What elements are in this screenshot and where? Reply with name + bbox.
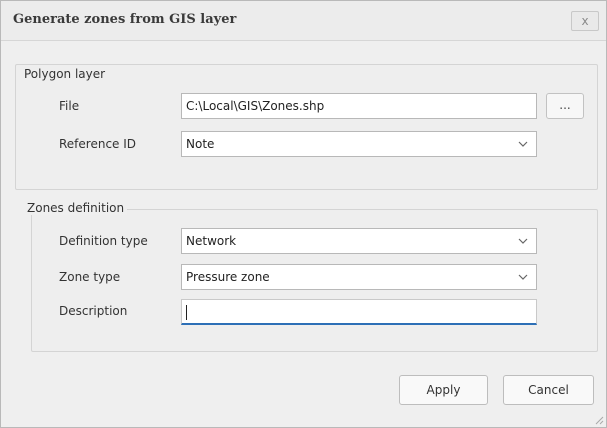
definition-type-select[interactable]: Network <box>181 228 537 254</box>
cancel-label: Cancel <box>528 383 569 397</box>
definition-type-label: Definition type <box>59 234 148 248</box>
file-label: File <box>59 99 80 113</box>
reference-id-select[interactable]: Note <box>181 131 537 157</box>
title-bar: Generate zones from GIS layer x <box>1 1 606 41</box>
definition-type-value: Network <box>186 234 237 248</box>
chevron-down-icon <box>518 238 528 244</box>
resize-grip-icon[interactable] <box>594 415 604 425</box>
browse-button[interactable]: ... <box>546 93 584 119</box>
cancel-button[interactable]: Cancel <box>503 375 594 405</box>
zone-type-value: Pressure zone <box>186 270 270 284</box>
close-icon: x <box>581 14 589 28</box>
file-path-value: C:\Local\GIS\Zones.shp <box>186 99 325 113</box>
dialog-title: Generate zones from GIS layer <box>13 12 237 27</box>
chevron-down-icon <box>518 274 528 280</box>
polygon-layer-title: Polygon layer <box>24 67 106 81</box>
zones-definition-title: Zones definition <box>24 201 128 215</box>
reference-id-label: Reference ID <box>59 137 137 151</box>
reference-id-value: Note <box>186 137 215 151</box>
generate-zones-dialog: Generate zones from GIS layer x Polygon … <box>0 0 607 428</box>
text-caret <box>186 305 187 320</box>
description-input[interactable] <box>181 299 537 325</box>
file-field[interactable]: C:\Local\GIS\Zones.shp <box>181 93 537 119</box>
zone-type-label: Zone type <box>59 270 121 284</box>
close-button[interactable]: x <box>571 11 599 31</box>
browse-label: ... <box>559 98 571 112</box>
description-label: Description <box>59 304 128 318</box>
zone-type-select[interactable]: Pressure zone <box>181 264 537 290</box>
chevron-down-icon <box>518 141 528 147</box>
apply-label: Apply <box>426 383 461 397</box>
polygon-layer-group <box>15 64 598 190</box>
apply-button[interactable]: Apply <box>399 375 488 405</box>
